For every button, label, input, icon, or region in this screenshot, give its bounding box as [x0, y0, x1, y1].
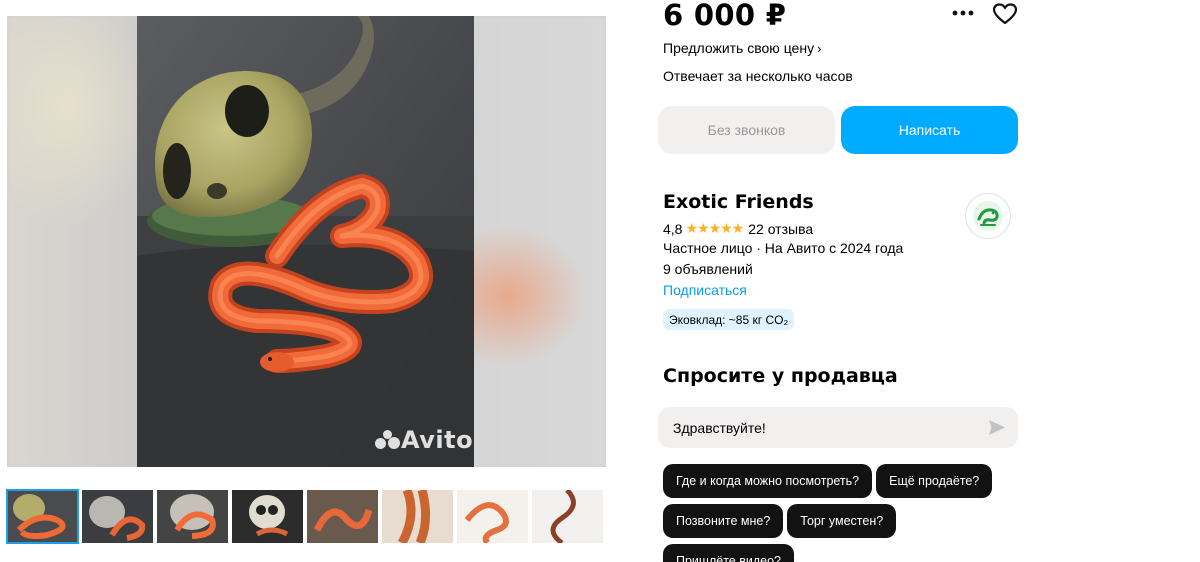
avito-logo-icon	[375, 430, 400, 450]
write-message-button[interactable]: Написать	[841, 106, 1018, 154]
message-box	[658, 407, 1018, 448]
thumbnail[interactable]	[382, 490, 453, 543]
offer-price-label: Предложить свою цену	[663, 40, 815, 56]
thumbnail[interactable]	[6, 489, 79, 544]
quick-question-chip[interactable]: Пришлёте видео?	[663, 544, 794, 562]
quick-question-chip[interactable]: Позвоните мне?	[663, 504, 784, 538]
quick-question-chip[interactable]: Где и когда можно посмотреть?	[663, 464, 873, 498]
avito-watermark: Avito	[375, 426, 473, 454]
heart-icon[interactable]	[992, 2, 1018, 26]
quick-question-chip[interactable]: Торг уместен?	[787, 504, 897, 538]
seller-listings-count[interactable]: 9 объявлений	[663, 261, 753, 277]
no-calls-button[interactable]: Без звонков	[658, 106, 835, 154]
send-icon[interactable]	[988, 419, 1006, 436]
rating-value: 4,8	[663, 220, 683, 237]
listing-price: 6 000 ₽	[663, 0, 787, 32]
more-icon[interactable]	[951, 2, 975, 22]
thumbnail-strip	[6, 489, 603, 544]
quick-question-chip[interactable]: Ещё продаёте?	[876, 464, 993, 498]
seller-name[interactable]: Exotic Friends	[663, 191, 814, 213]
seller-type: Частное лицо · На Авито с 2024 года	[663, 240, 904, 256]
quick-questions: Где и когда можно посмотреть? Ещё продаё…	[663, 464, 1023, 562]
message-input[interactable]	[673, 419, 973, 436]
offer-price-link[interactable]: Предложить свою цену ›	[663, 40, 821, 56]
eco-contribution-badge[interactable]: Эковклад: ~85 кг CO₂	[663, 309, 795, 330]
response-time: Отвечает за несколько часов	[663, 68, 853, 84]
chevron-right-icon: ›	[817, 41, 822, 56]
thumbnail[interactable]	[457, 490, 528, 543]
thumbnail[interactable]	[307, 490, 378, 543]
thumbnail[interactable]	[82, 490, 153, 543]
rating-stars-icon: ★★★★★	[685, 220, 744, 236]
subscribe-link[interactable]: Подписаться	[663, 282, 747, 298]
thumbnail[interactable]	[157, 490, 228, 543]
avito-watermark-text: Avito	[401, 426, 474, 454]
reviews-link[interactable]: 22 отзыва	[748, 221, 813, 237]
thumbnail[interactable]	[532, 490, 603, 543]
seller-rating: 4,8 ★★★★★ 22 отзыва	[663, 220, 813, 237]
main-photo-gallery[interactable]: Avito	[7, 16, 606, 467]
seller-logo-icon	[973, 201, 1003, 231]
thumbnail[interactable]	[232, 490, 303, 543]
ask-seller-title: Спросите у продавца	[663, 365, 898, 387]
main-photo[interactable]	[137, 16, 474, 467]
seller-avatar[interactable]	[965, 193, 1011, 239]
